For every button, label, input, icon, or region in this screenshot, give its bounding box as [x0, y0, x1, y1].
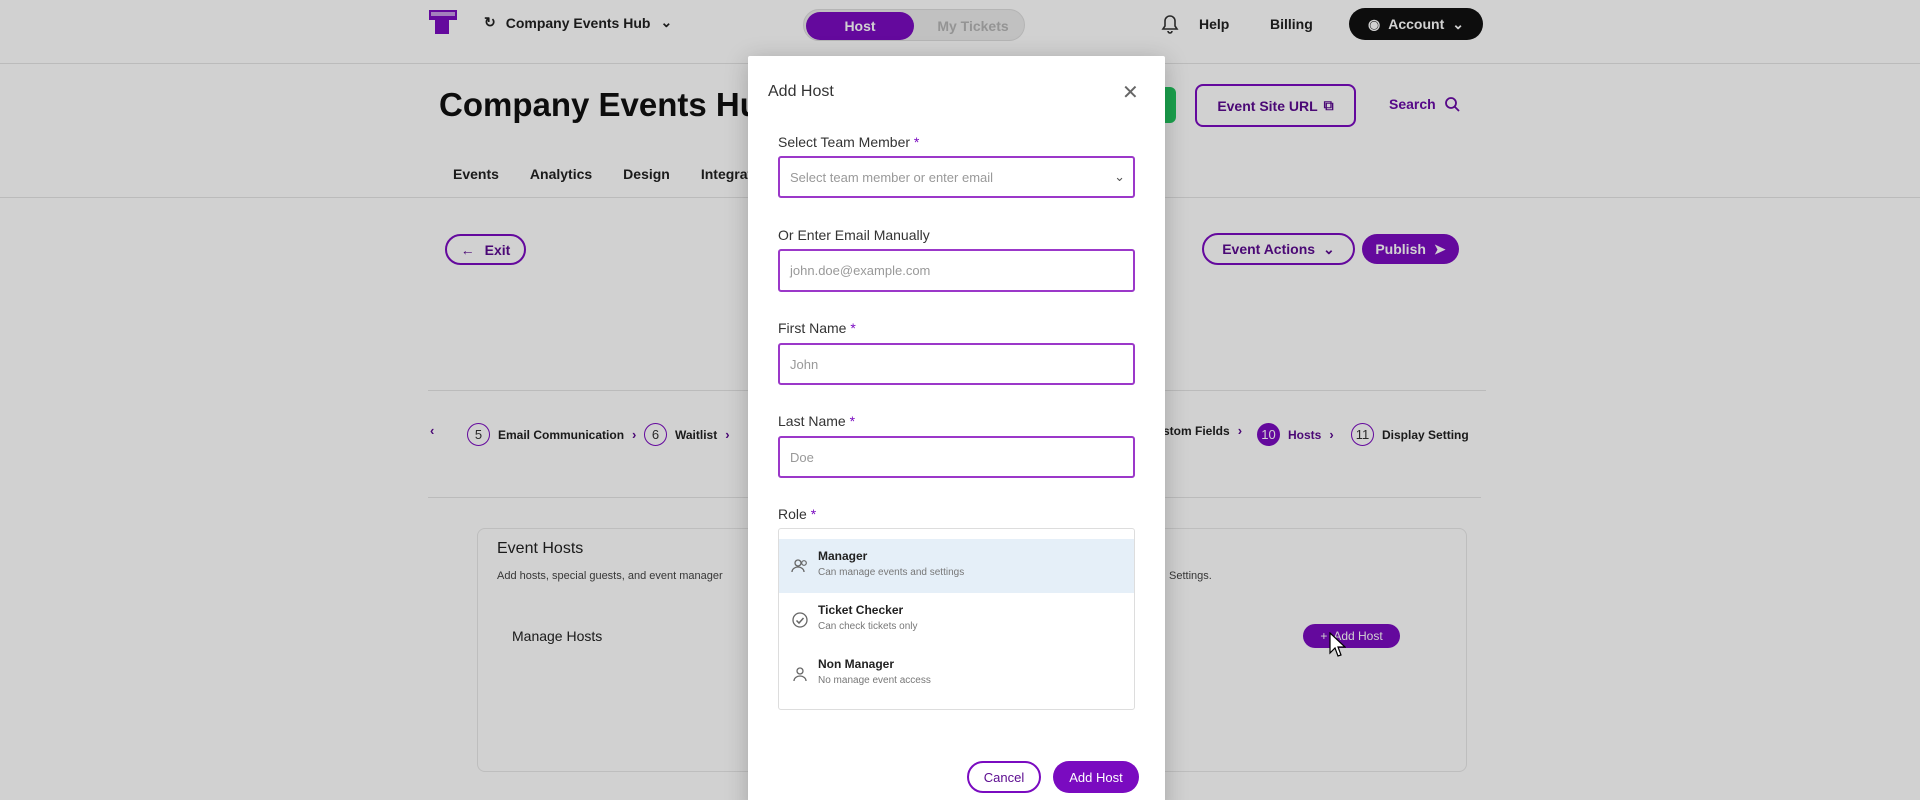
modal-title: Add Host — [768, 83, 834, 100]
email-field[interactable]: john.doe@example.com — [778, 249, 1135, 292]
required-marker: * — [849, 413, 856, 429]
chevron-down-icon: ⌄ — [1114, 169, 1125, 184]
first-name-placeholder: John — [790, 356, 819, 372]
role-name: Non Manager — [818, 657, 895, 671]
team-member-select[interactable]: Select team member or enter email ⌄ — [778, 156, 1135, 198]
required-marker: * — [810, 506, 817, 522]
required-marker: * — [850, 320, 856, 336]
close-icon[interactable]: ✕ — [1122, 80, 1139, 105]
first-name-label-text: First Name — [778, 320, 847, 336]
last-name-field[interactable]: Doe — [778, 436, 1135, 478]
team-member-label: Select Team Member * — [778, 134, 919, 150]
role-label-text: Role — [778, 506, 807, 522]
role-label: Role * — [778, 506, 816, 522]
last-name-label: Last Name * — [778, 413, 855, 429]
role-option-manager[interactable]: Manager Can manage events and settings — [779, 539, 1134, 593]
team-member-label-text: Select Team Member — [778, 134, 911, 150]
users-icon — [791, 557, 809, 575]
first-name-field[interactable]: John — [778, 343, 1135, 385]
cancel-button[interactable]: Cancel — [967, 761, 1041, 793]
required-marker: * — [913, 134, 920, 150]
role-description: Can manage events and settings — [818, 567, 965, 578]
mouse-cursor-icon — [1328, 631, 1347, 658]
check-circle-icon — [791, 611, 809, 629]
email-label: Or Enter Email Manually — [778, 227, 930, 243]
email-placeholder: john.doe@example.com — [790, 263, 931, 278]
role-description: Can check tickets only — [818, 621, 918, 632]
first-name-label: First Name * — [778, 320, 856, 336]
role-description: No manage event access — [818, 675, 931, 686]
submit-add-host-button[interactable]: Add Host — [1053, 761, 1139, 793]
role-name: Ticket Checker — [818, 603, 904, 617]
role-dropdown-list: Manager Can manage events and settings T… — [778, 528, 1135, 710]
role-option-ticket-checker[interactable]: Ticket Checker Can check tickets only — [779, 593, 1134, 647]
team-member-placeholder: Select team member or enter email — [790, 169, 994, 185]
role-option-non-manager[interactable]: Non Manager No manage event access — [779, 647, 1134, 701]
last-name-label-text: Last Name — [778, 413, 846, 429]
user-icon — [791, 665, 809, 683]
role-name: Manager — [818, 549, 868, 563]
last-name-placeholder: Doe — [790, 449, 814, 465]
